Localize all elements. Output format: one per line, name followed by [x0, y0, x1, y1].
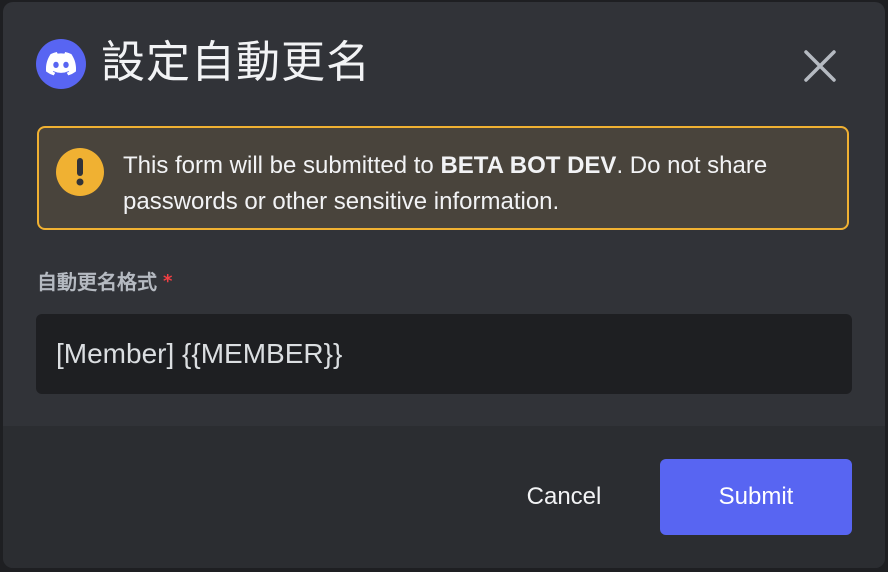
close-icon	[804, 50, 836, 82]
cancel-button[interactable]: Cancel	[501, 459, 627, 535]
submit-button[interactable]: Submit	[660, 459, 852, 535]
modal-footer: Cancel Submit	[3, 426, 885, 568]
warning-notice: This form will be submitted to BETA BOT …	[37, 126, 849, 230]
field-label-text: 自動更名格式	[37, 270, 157, 294]
field-label: 自動更名格式 *	[37, 268, 172, 296]
modal-header: 設定自動更名	[3, 2, 885, 122]
discord-logo-icon	[36, 39, 86, 89]
rename-format-input[interactable]	[36, 314, 852, 394]
bot-name: BETA BOT DEV	[440, 152, 617, 179]
notice-text-before: This form will be submitted to	[123, 152, 441, 179]
autorename-modal: 設定自動更名 This form will be submitted to BE…	[3, 2, 885, 568]
required-mark: *	[163, 271, 173, 292]
exclamation-icon	[56, 148, 104, 196]
close-button[interactable]	[795, 41, 845, 91]
modal-title: 設定自動更名	[101, 37, 371, 88]
notice-text: This form will be submitted to BETA BOT …	[123, 148, 838, 220]
